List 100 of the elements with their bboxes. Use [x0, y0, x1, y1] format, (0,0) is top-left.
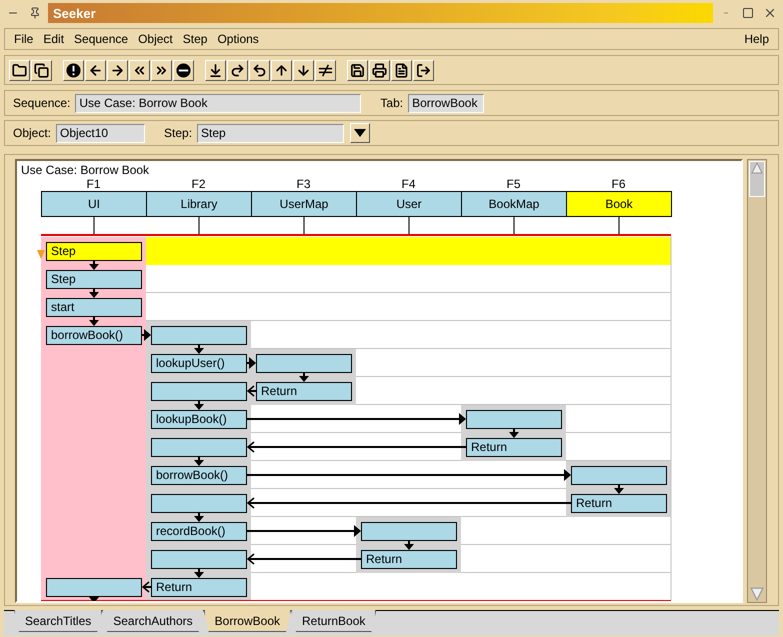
step-field[interactable]: Step [197, 124, 344, 142]
redo-icon [230, 62, 245, 78]
step-box[interactable] [571, 466, 667, 485]
step-box[interactable]: Step [46, 242, 142, 261]
flow-arrow [89, 597, 99, 601]
step-box[interactable] [46, 578, 142, 597]
tab[interactable]: ReturnBook [291, 610, 376, 632]
folder-icon [12, 62, 27, 78]
step-box[interactable] [151, 494, 247, 513]
menu-item[interactable]: Object [133, 30, 178, 48]
step-box[interactable]: Return [256, 382, 352, 401]
step-box[interactable]: Return [466, 438, 562, 457]
flow-arrow [89, 317, 99, 326]
help-menu[interactable]: Help [739, 30, 774, 48]
stop-icon [176, 62, 191, 78]
alert-button[interactable] [63, 60, 84, 80]
redo-button[interactable] [227, 60, 248, 80]
flow-arrow [194, 345, 204, 354]
diagram-title: Use Case: Borrow Book [21, 163, 150, 177]
step-box[interactable]: Step [46, 270, 142, 289]
step-box[interactable] [151, 438, 247, 457]
call-arrow [247, 357, 256, 369]
folder-button[interactable] [9, 60, 30, 80]
save-button[interactable] [347, 60, 368, 80]
step-box[interactable] [256, 354, 352, 373]
not-equal-button[interactable] [315, 60, 336, 80]
object-header[interactable]: User [356, 191, 462, 217]
step-box[interactable] [151, 550, 247, 569]
frame-label: F5 [505, 177, 522, 191]
download-button[interactable] [205, 60, 226, 80]
flow-arrow [194, 401, 204, 410]
tab-label: Tab: [380, 96, 404, 110]
flow-arrow [404, 541, 414, 550]
sequence-field[interactable]: Use Case: Borrow Book [75, 94, 362, 112]
scrollbar[interactable] [747, 159, 767, 603]
tab[interactable]: SearchAuthors [102, 610, 204, 632]
frame-label: F4 [400, 177, 416, 191]
step-box[interactable] [151, 326, 247, 345]
arrow-right-button[interactable] [107, 60, 128, 80]
scroll-thumb[interactable] [749, 161, 765, 197]
stop-button[interactable] [173, 60, 194, 80]
lifeline [408, 216, 410, 236]
flow-arrow [194, 457, 204, 466]
step-box[interactable]: Return [151, 578, 247, 597]
arrow-down-icon [296, 62, 311, 78]
arrow-up-button[interactable] [271, 60, 292, 80]
flow-arrow [299, 373, 309, 382]
step-box[interactable] [361, 522, 457, 541]
skip-forward-button[interactable] [151, 60, 172, 80]
menu-item[interactable]: Step [178, 30, 212, 48]
step-box[interactable]: lookupUser() [151, 354, 247, 373]
dropdown-button[interactable] [350, 123, 370, 143]
alert-icon [66, 62, 81, 78]
step-box[interactable]: recordBook() [151, 522, 247, 541]
step-box[interactable]: Return [361, 550, 457, 569]
frame-label: F6 [610, 177, 626, 191]
object-header[interactable]: BookMap [461, 191, 567, 217]
arrow-left-button[interactable] [85, 60, 106, 80]
print-icon [372, 62, 387, 78]
copy-button[interactable] [31, 60, 52, 80]
lifeline [198, 216, 200, 236]
frame-label: F3 [295, 177, 312, 191]
exit-button[interactable] [413, 60, 434, 80]
step-box[interactable] [466, 410, 562, 429]
exit-icon [416, 62, 431, 78]
tab[interactable]: SearchTitles [14, 610, 102, 632]
skip-back-button[interactable] [129, 60, 150, 80]
step-box[interactable]: borrowBook() [46, 326, 142, 345]
step-label: Step: [164, 126, 192, 140]
menu-item[interactable]: Edit [38, 30, 70, 48]
step-box[interactable] [151, 382, 247, 401]
tab[interactable]: BorrowBook [204, 610, 292, 632]
object-header[interactable]: UI [41, 191, 147, 217]
menu-item[interactable]: Options [212, 30, 264, 48]
menu-item[interactable]: File [9, 30, 38, 48]
menu-item[interactable]: Sequence [69, 30, 134, 48]
document-button[interactable] [391, 60, 412, 80]
step-box[interactable]: borrowBook() [151, 466, 247, 485]
step-box[interactable]: start [46, 298, 142, 317]
frame-label: F2 [190, 177, 206, 191]
flow-arrow [194, 569, 204, 578]
object-field[interactable]: Object10 [56, 124, 146, 142]
flow-arrow [89, 289, 99, 298]
tab-field[interactable]: BorrowBook [408, 94, 484, 112]
copy-icon [34, 62, 49, 78]
download-icon [208, 62, 223, 78]
arrow-down-button[interactable] [293, 60, 314, 80]
step-box[interactable]: Return [571, 494, 667, 513]
object-header[interactable]: Library [146, 191, 252, 217]
flow-arrow [614, 485, 624, 494]
undo-button[interactable] [249, 60, 270, 80]
caret-down-icon [354, 129, 366, 137]
object-header[interactable]: UserMap [251, 191, 357, 217]
print-button[interactable] [369, 60, 390, 80]
save-icon [350, 62, 365, 78]
sequence-label: Sequence: [13, 96, 70, 110]
flow-arrow [509, 429, 519, 438]
step-box[interactable]: lookupBook() [151, 410, 247, 429]
flow-arrow [194, 513, 204, 522]
object-header[interactable]: Book [566, 191, 672, 217]
